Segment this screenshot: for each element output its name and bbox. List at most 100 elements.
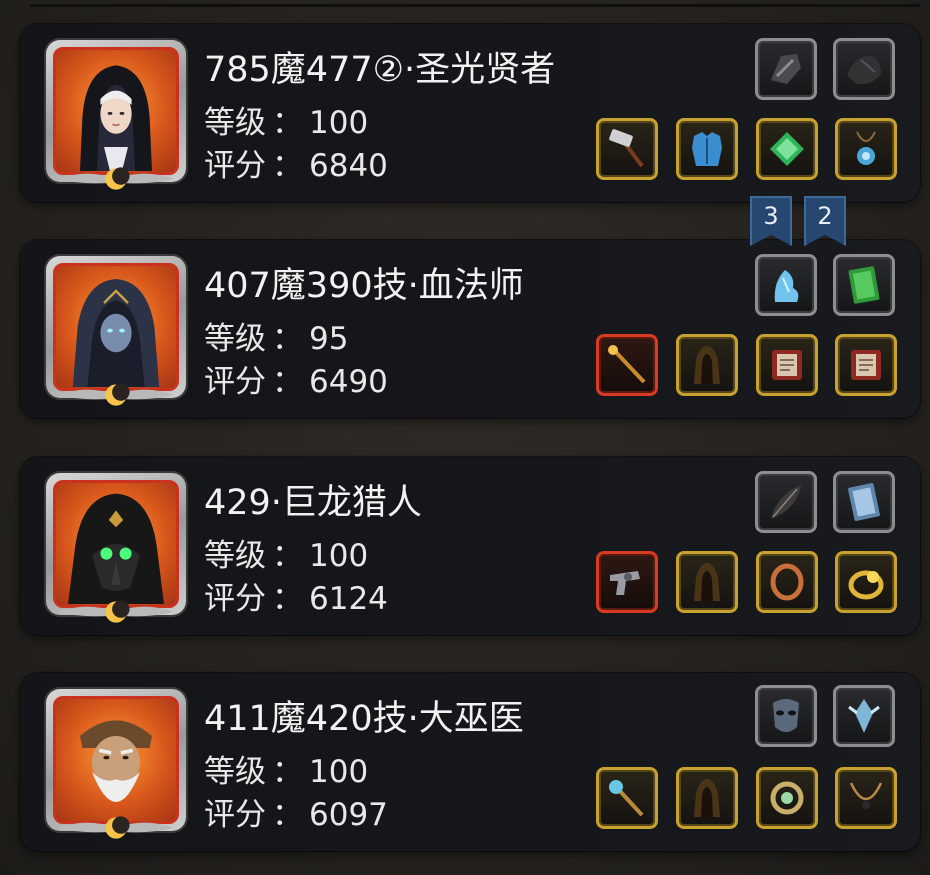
score-label: 评分 — [204, 581, 266, 617]
top-divider — [30, 4, 920, 7]
ornate-ring-icon — [770, 781, 804, 815]
equipment-slot[interactable] — [676, 767, 738, 829]
equipment-slot[interactable] — [833, 254, 895, 316]
equipment-slot[interactable] — [835, 767, 897, 829]
character-card[interactable]: 407魔390技·血法师 等级： 95 评分： 6490 — [20, 240, 920, 418]
equipment-slot[interactable] — [756, 118, 818, 180]
colon-separator: ： — [272, 321, 303, 357]
equipment-slot[interactable] — [833, 38, 895, 100]
level-label: 等级 — [204, 105, 266, 141]
level-value: 100 — [309, 538, 369, 574]
amulet-icon — [856, 131, 876, 165]
blue-chest-armor-icon — [692, 132, 722, 166]
character-portrait[interactable] — [46, 40, 186, 190]
green-tome-icon — [848, 266, 880, 304]
equipment-slot[interactable] — [835, 551, 897, 613]
equipment-slot[interactable] — [596, 334, 658, 396]
blue-book-icon — [848, 483, 880, 521]
level-row: 等级： 100 — [204, 104, 368, 142]
crystal-emblem-icon — [848, 699, 880, 733]
green-gem-icon — [770, 132, 804, 166]
score-label: 评分 — [204, 797, 266, 833]
equipment-slot[interactable] — [676, 551, 738, 613]
level-row: 等级： 100 — [204, 537, 368, 575]
score-row: 评分： 6840 — [204, 147, 388, 185]
score-value: 6124 — [309, 581, 388, 617]
equipment-slot[interactable] — [833, 685, 895, 747]
plague-hunter-portrait — [53, 480, 179, 608]
equipment-slot[interactable] — [833, 471, 895, 533]
black-claw-icon — [847, 55, 881, 85]
colon-separator: ： — [272, 364, 303, 400]
level-value: 100 — [309, 754, 369, 790]
character-name: 429·巨龙猎人 — [204, 483, 422, 523]
equipment-slot[interactable] — [756, 767, 818, 829]
equipment-slot[interactable] — [755, 685, 817, 747]
equipment-slot[interactable] — [596, 551, 658, 613]
red-spellbook-icon — [772, 350, 802, 380]
character-name: 785魔477②·圣光贤者 — [204, 50, 556, 90]
equipment-slot[interactable] — [676, 118, 738, 180]
equipment-slot[interactable] — [756, 334, 818, 396]
level-label: 等级 — [204, 321, 266, 357]
score-value: 6840 — [309, 148, 388, 184]
hooded-cloak-icon — [694, 779, 720, 817]
score-value: 6490 — [309, 364, 388, 400]
moon-crest-icon — [58, 380, 174, 410]
revolver-icon — [610, 571, 640, 595]
equipment-slot[interactable] — [835, 334, 897, 396]
colon-separator: ： — [272, 797, 303, 833]
rank-flag: 2 — [804, 196, 846, 246]
equipment-slot[interactable] — [755, 471, 817, 533]
equipment-slot[interactable] — [596, 767, 658, 829]
golden-staff-icon — [608, 345, 646, 384]
colon-separator: ： — [272, 581, 303, 617]
rank-flag: 3 — [750, 196, 792, 246]
character-card[interactable]: 785魔477②·圣光贤者 等级： 100 评分： 6840 — [20, 24, 920, 202]
equipment-slot[interactable] — [835, 118, 897, 180]
equipment-slot[interactable] — [596, 118, 658, 180]
bronze-ring-icon — [770, 563, 804, 601]
hooded-cloak-icon — [694, 563, 720, 601]
colon-separator: ： — [272, 148, 303, 184]
character-card[interactable]: 429·巨龙猎人 等级： 100 评分： 6124 — [20, 457, 920, 635]
colon-separator: ： — [272, 105, 303, 141]
colon-separator: ： — [272, 754, 303, 790]
score-label: 评分 — [204, 148, 266, 184]
hooded-mage-portrait — [53, 263, 179, 391]
level-row: 等级： 100 — [204, 753, 368, 791]
gold-ring-icon — [848, 570, 884, 600]
moon-crest-icon — [58, 164, 174, 194]
score-row: 评分： 6490 — [204, 363, 388, 401]
moon-crest-icon — [58, 813, 174, 843]
score-row: 评分： 6097 — [204, 796, 388, 834]
stone-mask-icon — [773, 699, 799, 732]
score-value: 6097 — [309, 797, 388, 833]
score-row: 评分： 6124 — [204, 580, 388, 618]
dark-gauntlet-icon — [771, 54, 801, 84]
colon-separator: ： — [272, 538, 303, 574]
character-name: 411魔420技·大巫医 — [204, 699, 524, 739]
nun-portrait — [53, 47, 179, 175]
necklace-icon — [849, 782, 883, 809]
level-label: 等级 — [204, 538, 266, 574]
character-portrait[interactable] — [46, 473, 186, 623]
level-value: 100 — [309, 105, 369, 141]
equipment-slot[interactable] — [755, 38, 817, 100]
character-portrait[interactable] — [46, 689, 186, 839]
character-name: 407魔390技·血法师 — [204, 266, 524, 306]
orb-scepter-icon — [609, 780, 644, 817]
character-portrait[interactable] — [46, 256, 186, 406]
ice-figure-icon — [774, 270, 799, 302]
equipment-slot[interactable] — [676, 334, 738, 396]
equipment-slot[interactable] — [755, 254, 817, 316]
character-card[interactable]: 411魔420技·大巫医 等级： 100 评分： 6097 — [20, 673, 920, 851]
dark-feather-icon — [771, 485, 801, 519]
shaman-elder-portrait — [53, 696, 179, 824]
level-label: 等级 — [204, 754, 266, 790]
equipment-slot[interactable] — [756, 551, 818, 613]
war-hammer-icon — [609, 129, 644, 168]
hooded-cloak-icon — [694, 346, 720, 384]
score-label: 评分 — [204, 364, 266, 400]
level-value: 95 — [309, 321, 349, 357]
